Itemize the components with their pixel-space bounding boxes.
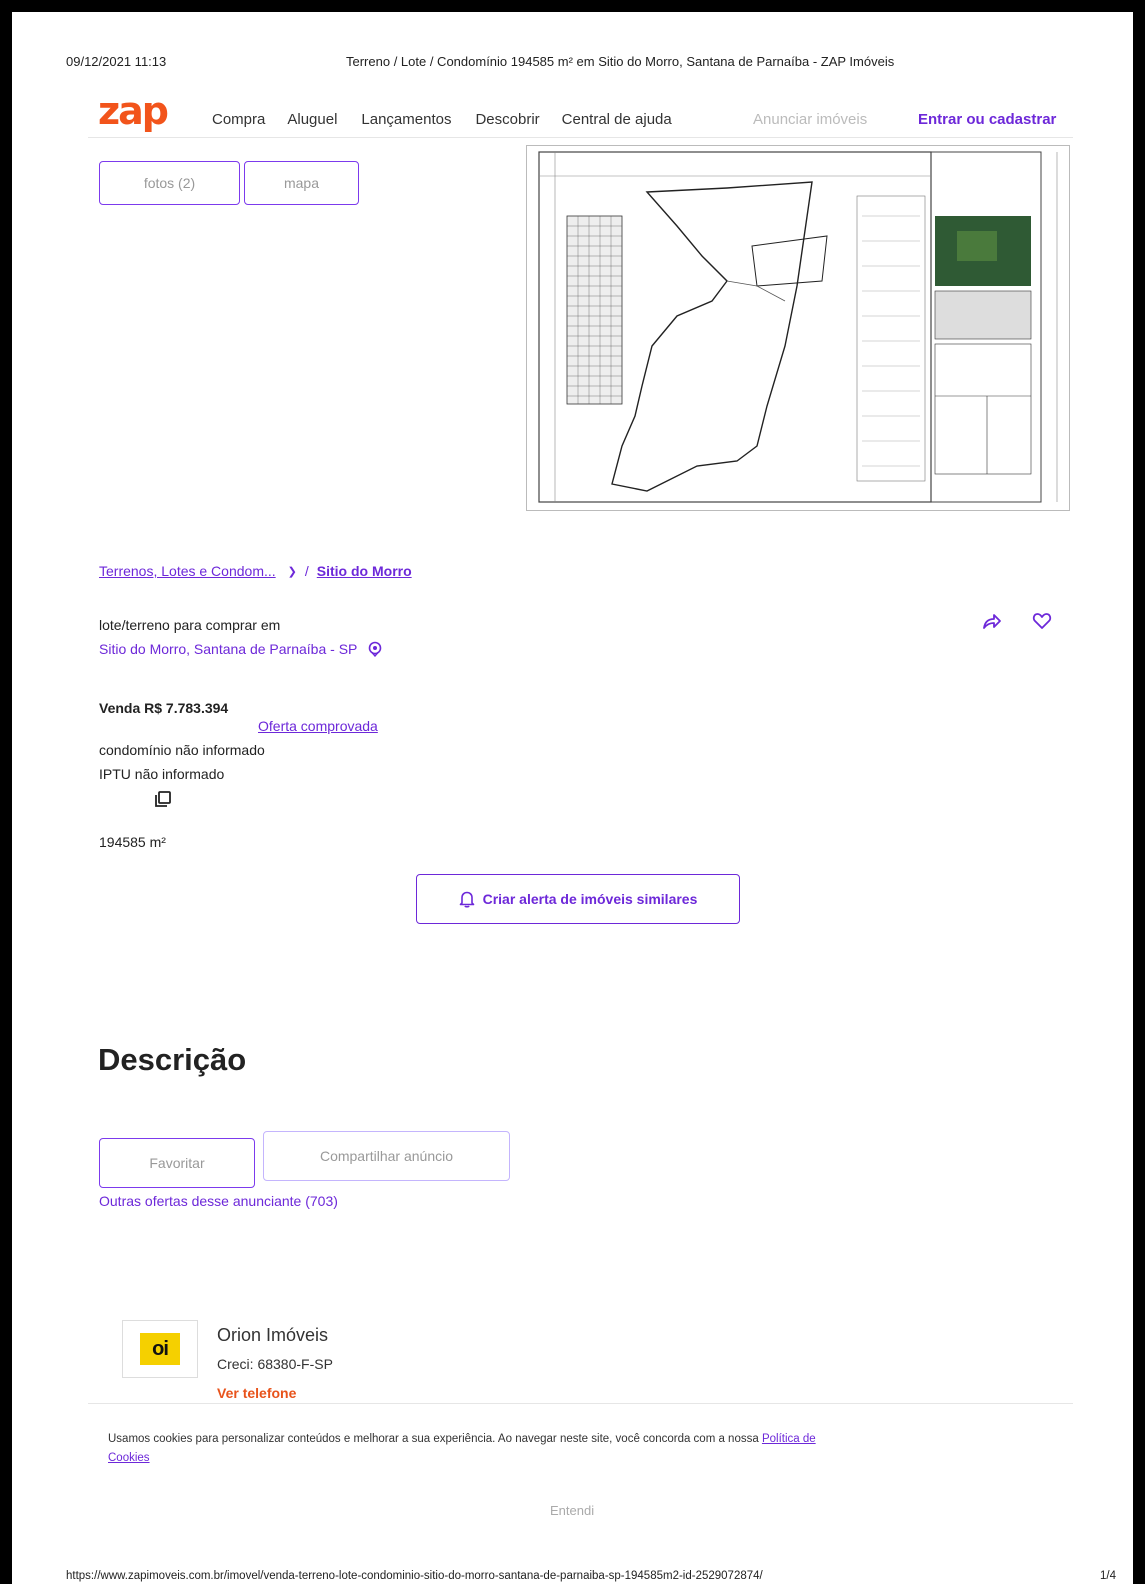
other-offers-link[interactable]: Outras ofertas desse anunciante (703) [99,1193,338,1209]
site-plan-image[interactable] [526,145,1070,511]
nav-descobrir[interactable]: Descobrir [475,111,539,128]
listing-type: lote/terreno para comprar em [99,617,281,633]
share-listing-button[interactable]: Compartilhar anúncio [263,1131,510,1181]
area-icon [155,791,171,807]
cookie-policy-link-cont[interactable]: Cookies [108,1452,150,1464]
print-url: https://www.zapimoveis.com.br/imovel/ven… [66,1570,763,1582]
view-phone-link[interactable]: Ver telefone [217,1385,296,1401]
cookie-policy-link[interactable]: Política de [762,1433,816,1445]
nav-aluguel[interactable]: Aluguel [287,111,337,128]
bell-icon [459,891,474,908]
breadcrumb: Terrenos, Lotes e Condom... ❯ / Sitio do… [99,563,412,579]
breadcrumb-separator: / [304,563,309,579]
listing-address[interactable]: Sitio do Morro, Santana de Parnaíba - SP [99,641,357,657]
iptu: IPTU não informado [99,766,225,782]
zap-logo[interactable]: zap [98,92,169,130]
cookie-divider [88,1403,1073,1404]
login-link[interactable]: Entrar ou cadastrar [918,111,1056,128]
offer-verified-link[interactable]: Oferta comprovada [258,718,378,734]
condo-fee: condomínio não informado [99,742,265,758]
create-alert-button[interactable]: Criar alerta de imóveis similares [416,874,740,924]
description-heading: Descrição [98,1042,247,1077]
listing-address-row: Sitio do Morro, Santana de Parnaíba - SP [99,641,383,657]
site-plan-drawing [538,151,1058,503]
advertiser-logo[interactable]: oi [122,1320,198,1378]
advertiser-logo-text: oi [152,1337,169,1360]
favorite-button[interactable]: Favoritar [99,1138,255,1188]
photos-button[interactable]: fotos (2) [99,161,240,205]
main-nav: Compra Aluguel Lançamentos Descobrir Cen… [212,111,672,128]
advertiser-logo-mark: oi [140,1333,180,1365]
nav-compra[interactable]: Compra [212,111,265,128]
create-alert-label: Criar alerta de imóveis similares [482,891,698,907]
nav-central-ajuda[interactable]: Central de ajuda [562,111,672,128]
advertiser-name[interactable]: Orion Imóveis [217,1325,328,1346]
cookie-text-block: Usamos cookies para personalizar conteúd… [108,1430,1028,1468]
print-datetime: 09/12/2021 11:13 [66,54,167,69]
location-pin-icon[interactable] [367,641,383,657]
chevron-down-icon[interactable]: ❯ [288,565,297,578]
page: 09/12/2021 11:13 Terreno / Lote / Condom… [12,12,1133,1584]
breadcrumb-category[interactable]: Terrenos, Lotes e Condom... [99,563,276,579]
nav-lancamentos[interactable]: Lançamentos [361,111,451,128]
print-page-title: Terreno / Lote / Condomínio 194585 m² em… [346,54,895,69]
header-divider [88,137,1073,138]
cookie-accept-button[interactable]: Entendi [550,1503,594,1518]
breadcrumb-location[interactable]: Sitio do Morro [317,563,412,579]
area-value: 194585 m² [99,834,166,850]
print-page-number: 1/4 [1100,1570,1116,1582]
advertiser-creci: Creci: 68380-F-SP [217,1356,333,1372]
heart-icon[interactable] [1032,612,1052,630]
nav-announce[interactable]: Anunciar imóveis [753,111,867,128]
map-button[interactable]: mapa [244,161,359,205]
share-icon[interactable] [982,612,1002,630]
cookie-text: Usamos cookies para personalizar conteúd… [108,1433,759,1445]
listing-price: Venda R$ 7.783.394 [99,700,229,716]
